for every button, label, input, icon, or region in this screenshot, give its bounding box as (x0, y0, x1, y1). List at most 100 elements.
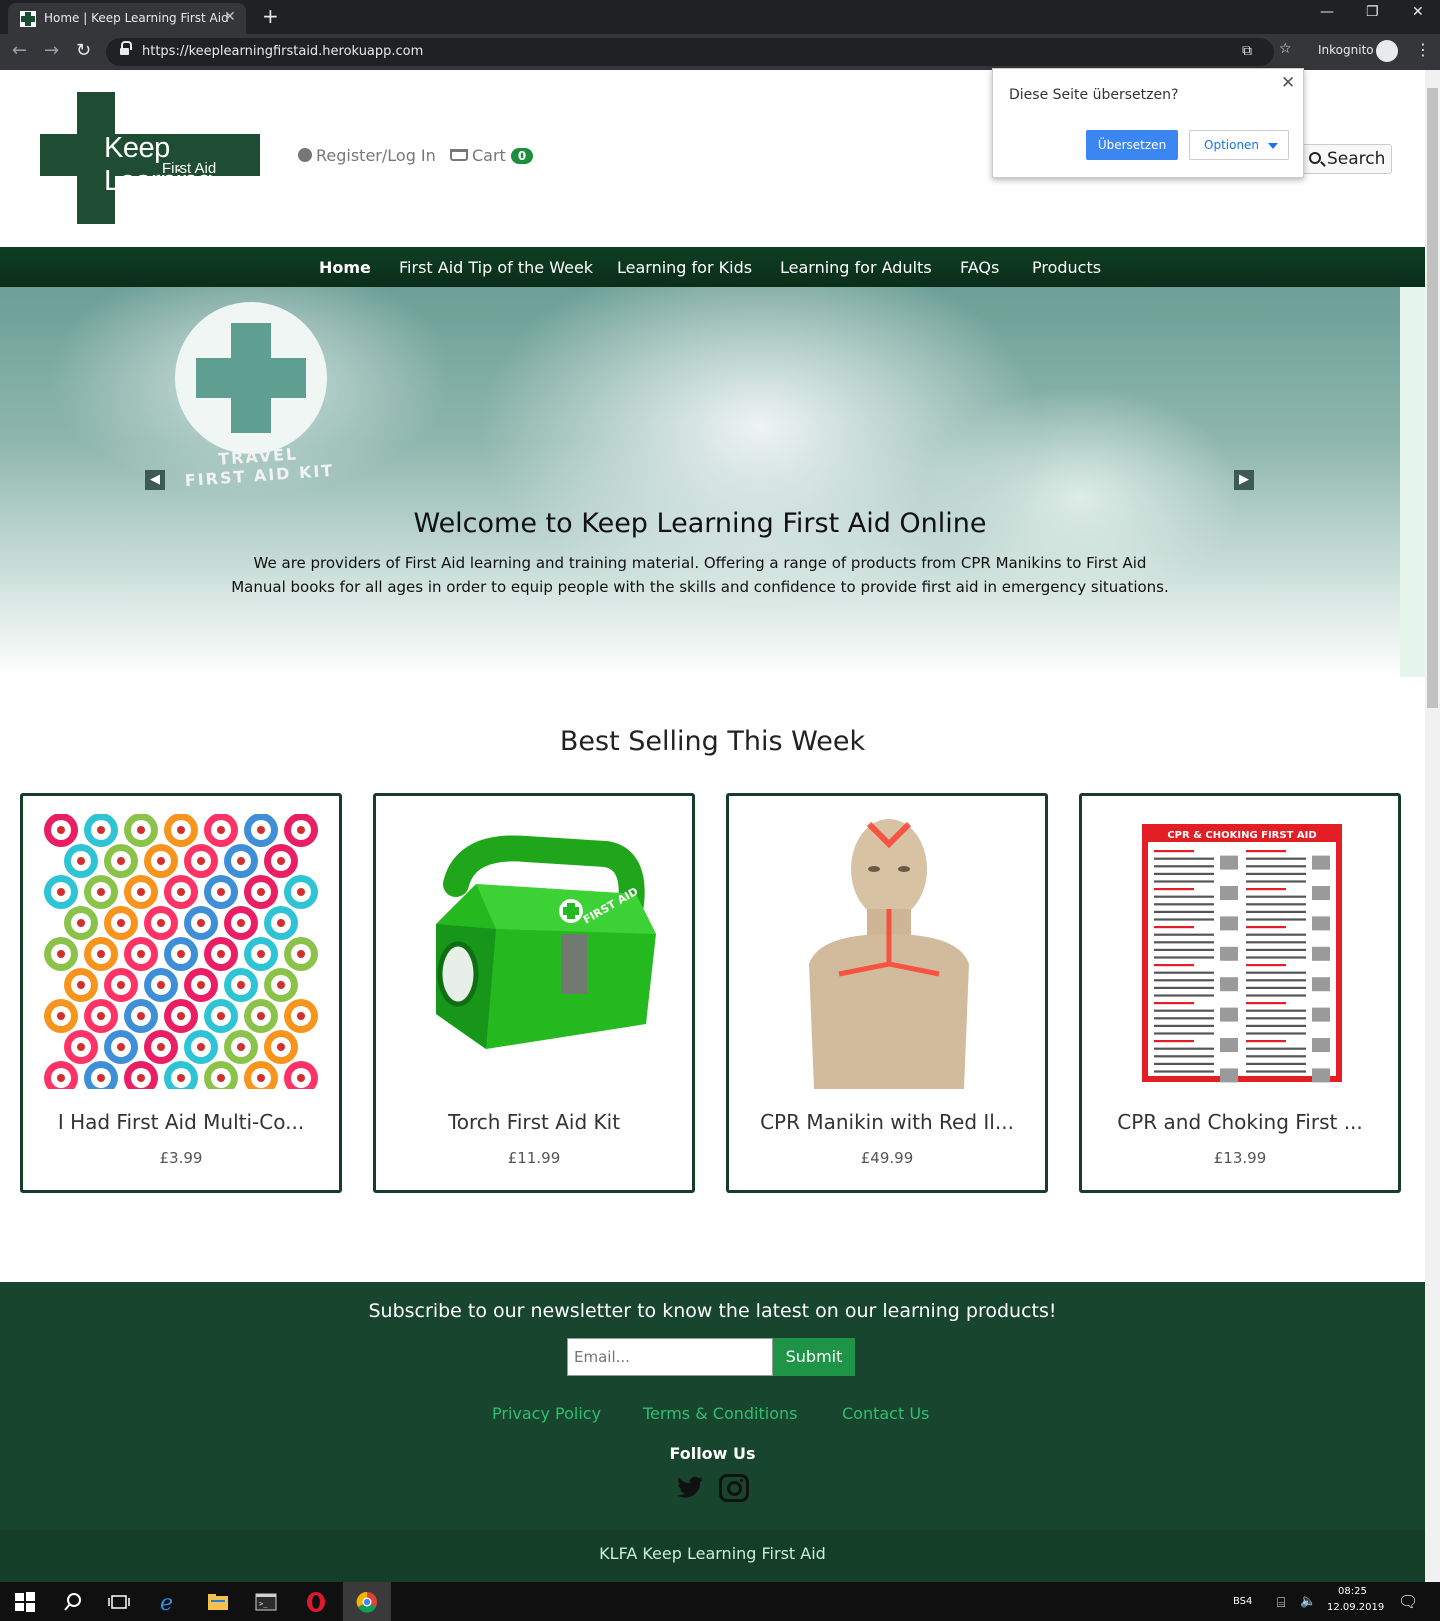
product-image-manikin (749, 814, 1027, 1089)
nav-item-learning-adults[interactable]: Learning for Adults (780, 258, 932, 277)
translate-close-icon[interactable]: ✕ (1281, 73, 1295, 93)
notifications-icon[interactable]: 🗨 (1398, 1592, 1418, 1611)
search-icon (1309, 152, 1321, 164)
hero-side-strip (1400, 287, 1425, 677)
svg-text:>_: >_ (259, 1600, 268, 1608)
register-login-link[interactable]: Register/Log In (298, 146, 436, 165)
site-logo[interactable]: Keep Learning First Aid (40, 92, 260, 224)
newsletter-footer: Subscribe to our newsletter to know the … (0, 1282, 1425, 1530)
translate-button[interactable]: Übersetzen (1086, 130, 1178, 160)
clock-date: 12.09.2019 (1327, 1602, 1385, 1613)
translate-options-label: Optionen (1204, 138, 1260, 152)
translate-options-button[interactable]: Optionen (1189, 130, 1289, 160)
best-selling-title: Best Selling This Week (559, 726, 866, 757)
hero-kit-label: TRAVEL FIRST AID KIT (183, 442, 335, 490)
cart-count-badge: 0 (510, 148, 534, 164)
nav-item-first-aid-tip[interactable]: First Aid Tip of the Week (399, 258, 593, 277)
forward-arrow-icon[interactable]: → (44, 40, 59, 61)
menu-kebab-icon[interactable]: ⋮ (1415, 40, 1431, 59)
back-arrow-icon[interactable]: ← (12, 40, 27, 61)
cart-link[interactable]: Cart 0 (450, 146, 534, 165)
browser-tab[interactable]: Home | Keep Learning First Aid ✕ (8, 3, 246, 34)
product-title: Torch First Aid Kit (447, 1110, 621, 1134)
network-icon[interactable]: ⌸ (1277, 1595, 1285, 1611)
newsletter-submit-button[interactable]: Submit (773, 1338, 855, 1376)
product-image-poster: CPR & CHOKING FIRST AID (1102, 814, 1380, 1089)
search-button[interactable]: Search (1300, 144, 1392, 174)
task-view-icon[interactable] (108, 1591, 130, 1613)
product-price: £13.99 (1213, 1149, 1267, 1167)
logo-text-line2: First Aid (162, 160, 217, 177)
search-icon[interactable] (62, 1591, 84, 1613)
copyright-bar: KLFA Keep Learning First Aid (0, 1530, 1425, 1582)
nav-item-learning-kids[interactable]: Learning for Kids (617, 258, 752, 277)
keyboard-language[interactable]: BS4 (1233, 1596, 1252, 1607)
volume-icon[interactable]: 🔈 (1300, 1594, 1316, 1609)
terms-conditions-link[interactable]: Terms & Conditions (643, 1404, 797, 1423)
browser-toolbar: ← → ↻ https://keeplearningfirstaid.herok… (0, 34, 1440, 70)
product-card[interactable]: CPR Manikin with Red Il... £49.99 (726, 793, 1048, 1193)
newsletter-title: Subscribe to our newsletter to know the … (368, 1300, 1057, 1322)
restore-button[interactable]: ❐ (1366, 4, 1379, 20)
translate-question: Diese Seite übersetzen? (1009, 87, 1179, 103)
hero-title: Welcome to Keep Learning First Aid Onlin… (413, 508, 987, 539)
terminal-icon[interactable]: >_ (255, 1591, 277, 1613)
site-favicon-icon (20, 11, 36, 27)
nav-item-faqs[interactable]: FAQs (960, 258, 999, 277)
page-content: Keep Learning First Aid Register/Log In … (0, 70, 1425, 1582)
url-text: https://keeplearningfirstaid.herokuapp.c… (142, 44, 424, 59)
edge-browser-icon[interactable]: e (158, 1591, 180, 1613)
svg-text:e: e (160, 1591, 173, 1613)
tab-title: Home | Keep Learning First Aid (44, 11, 229, 25)
twitter-icon[interactable] (675, 1474, 705, 1502)
hero-carousel: TRAVEL FIRST AID KIT ◀ ▶ Welcome to Keep… (0, 287, 1400, 677)
newsletter-email-input[interactable] (567, 1338, 773, 1376)
incognito-icon[interactable] (1376, 40, 1398, 62)
translate-icon[interactable]: ⧉ (1242, 43, 1252, 59)
bookmark-star-icon[interactable]: ☆ (1279, 41, 1292, 57)
copyright-text: KLFA Keep Learning First Aid (599, 1544, 826, 1563)
minimize-button[interactable]: — (1320, 4, 1334, 20)
browser-tab-bar: Home | Keep Learning First Aid ✕ + — ❐ ✕ (0, 0, 1440, 34)
new-tab-button[interactable]: + (262, 4, 279, 28)
cart-label: Cart (472, 146, 506, 165)
product-price: £11.99 (507, 1149, 561, 1167)
product-image-torch-kit: FIRST AID (396, 814, 674, 1089)
window-close-button[interactable]: ✕ (1412, 4, 1424, 20)
chrome-icon[interactable] (356, 1591, 378, 1613)
product-price: £3.99 (159, 1149, 203, 1167)
register-login-label: Register/Log In (316, 146, 436, 165)
carousel-next-icon[interactable]: ▶ (1234, 470, 1254, 490)
nav-item-home[interactable]: Home (319, 258, 371, 277)
lock-icon (120, 41, 132, 56)
reload-icon[interactable]: ↻ (76, 40, 91, 61)
file-explorer-icon[interactable] (207, 1591, 229, 1613)
windows-start-icon[interactable] (14, 1591, 36, 1613)
clock-time: 08:25 (1338, 1586, 1367, 1597)
opera-icon[interactable] (305, 1591, 327, 1613)
search-label: Search (1327, 149, 1386, 169)
scrollbar-thumb[interactable] (1427, 88, 1438, 708)
incognito-label: Inkognito (1318, 43, 1374, 57)
product-title: CPR Manikin with Red Il... (760, 1110, 1014, 1134)
contact-us-link[interactable]: Contact Us (842, 1404, 929, 1423)
privacy-policy-link[interactable]: Privacy Policy (492, 1404, 601, 1423)
product-card[interactable]: FIRST AID Torch First Aid Kit £11.99 (373, 793, 695, 1193)
nav-item-products[interactable]: Products (1032, 258, 1101, 277)
main-nav: Home First Aid Tip of the Week Learning … (0, 247, 1425, 287)
product-card[interactable]: CPR & CHOKING FIRST AID CPR and Choking … (1079, 793, 1401, 1193)
address-bar[interactable]: https://keeplearningfirstaid.herokuapp.c… (106, 38, 1274, 66)
product-card[interactable]: I Had First Aid Multi-Co... £3.99 (20, 793, 342, 1193)
os-taskbar: e >_ BS4 ⌸ 🔈 08:25 12.09.2019 🗨 (0, 1582, 1440, 1621)
page-scrollbar[interactable] (1425, 70, 1440, 1582)
hero-text: We are providers of First Aid learning a… (231, 554, 1169, 596)
cart-icon (450, 149, 468, 161)
poster-title: CPR & CHOKING FIRST AID (1167, 830, 1316, 841)
product-image-stickers (43, 814, 321, 1089)
tab-close-icon[interactable]: ✕ (224, 9, 236, 25)
carousel-prev-icon[interactable]: ◀ (145, 470, 165, 490)
translate-popup: Diese Seite übersetzen? ✕ Übersetzen Opt… (992, 68, 1304, 178)
product-title: CPR and Choking First ... (1117, 1110, 1363, 1134)
product-title: I Had First Aid Multi-Co... (57, 1110, 305, 1134)
instagram-icon[interactable] (719, 1474, 749, 1502)
